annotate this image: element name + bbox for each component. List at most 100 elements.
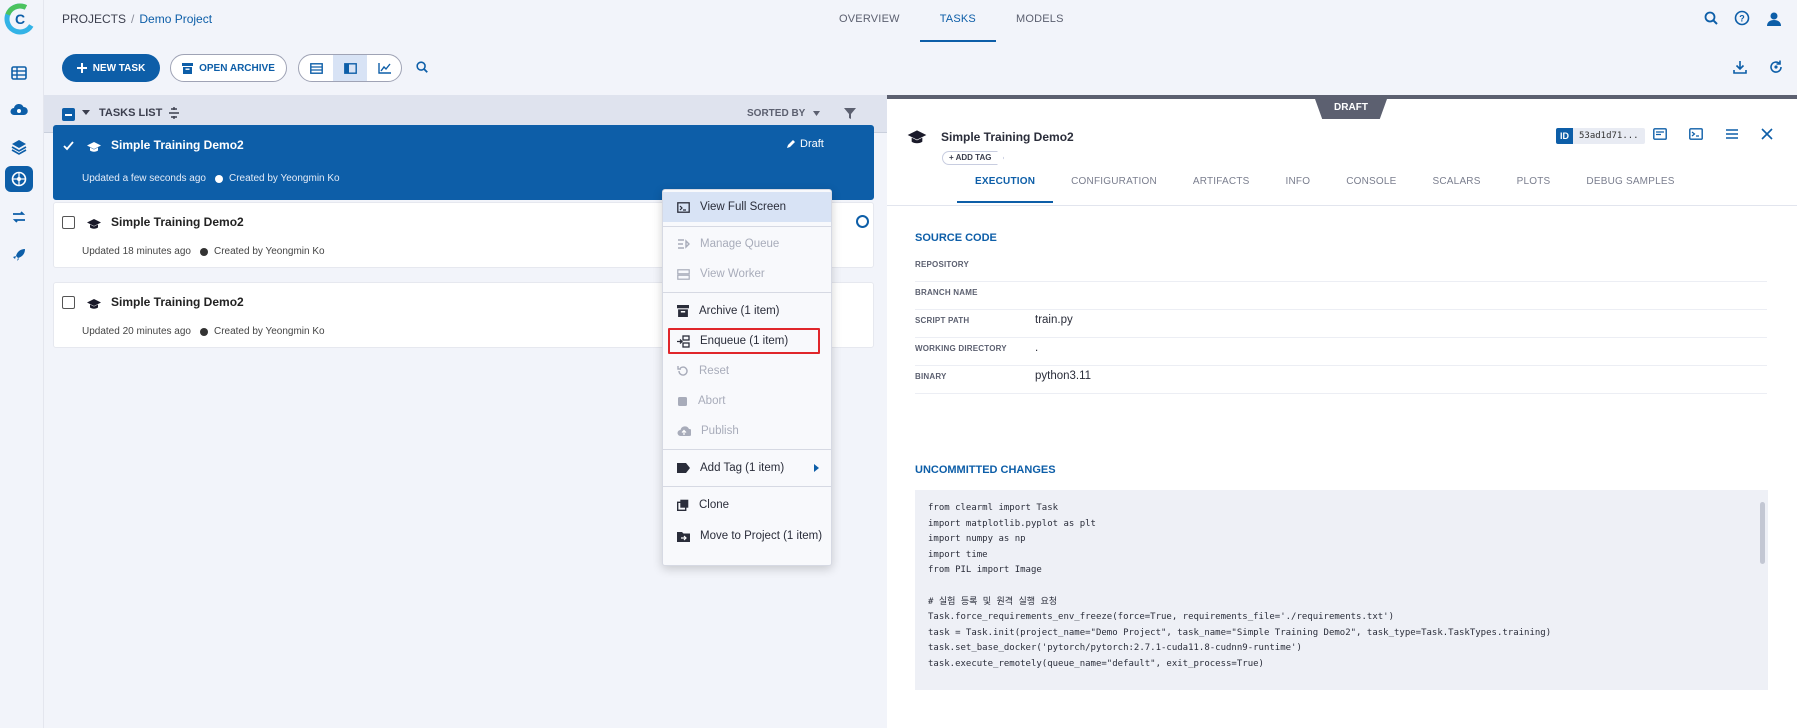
menu-item-archive[interactable]: Archive (1 item): [663, 296, 831, 326]
breadcrumb-projects[interactable]: PROJECTS: [62, 12, 126, 26]
menu-item-label: Reset: [699, 365, 730, 377]
compare-chart-icon[interactable]: [367, 55, 401, 81]
row-key: REPOSITORY: [915, 260, 970, 269]
task-search-icon[interactable]: [415, 60, 429, 74]
info-panel-icon[interactable]: [1653, 128, 1667, 140]
task-meta: Updated a few seconds ago Created by Yeo…: [82, 173, 340, 184]
sort-dropdown[interactable]: SORTED BY: [747, 108, 821, 119]
new-task-button[interactable]: NEW TASK: [62, 54, 160, 82]
menu-item-label: Archive (1 item): [699, 305, 780, 317]
tab-overview[interactable]: OVERVIEW: [819, 0, 920, 42]
worker-icon: [677, 268, 690, 280]
info-row: BINARY python3.11: [915, 366, 1767, 394]
select-all-checkbox[interactable]: [62, 108, 75, 121]
training-cap-icon: [907, 130, 927, 144]
menu-item-add-tag[interactable]: Add Tag (1 item): [663, 453, 831, 483]
tasks-list-panel: TASKS LIST SORTED BY Simple Training Dem…: [44, 95, 887, 728]
info-row: WORKING DIRECTORY .: [915, 338, 1767, 366]
task-status-label: Draft: [800, 138, 824, 150]
uncommitted-code-block[interactable]: from clearml import Task import matplotl…: [915, 490, 1768, 690]
menu-item-manage-queue[interactable]: Manage Queue: [663, 229, 831, 259]
menu-item-label: Publish: [701, 425, 739, 437]
close-icon[interactable]: [1761, 128, 1773, 140]
training-cap-icon: [87, 142, 101, 152]
abort-icon: [678, 396, 687, 406]
task-checkbox[interactable]: [62, 296, 75, 309]
publish-icon: [677, 425, 691, 436]
console-icon[interactable]: [1689, 128, 1703, 140]
menu-item-label: Clone: [699, 499, 730, 511]
main-tabs: OVERVIEW TASKS MODELS: [819, 0, 1084, 42]
left-sidebar: C: [0, 0, 44, 728]
projects-brain-icon[interactable]: [5, 166, 33, 192]
deploy-rocket-icon[interactable]: [5, 242, 33, 268]
menu-item-label: Abort: [698, 395, 726, 407]
menu-item-publish[interactable]: Publish: [663, 416, 831, 446]
tab-plots[interactable]: PLOTS: [1499, 163, 1569, 203]
details-view-icon[interactable]: [333, 55, 367, 81]
row-value: python3.11: [1035, 370, 1092, 382]
tab-models[interactable]: MODELS: [996, 0, 1084, 42]
download-icon[interactable]: [1733, 60, 1747, 74]
task-name: Simple Training Demo2: [111, 295, 244, 309]
tabs-divider: [887, 205, 1797, 206]
task-updated: Updated a few seconds ago: [82, 173, 206, 184]
breadcrumb-separator: /: [131, 12, 135, 26]
plus-icon: [76, 63, 87, 73]
code-scrollbar[interactable]: [1760, 502, 1765, 564]
menu-item-view-worker[interactable]: View Worker: [663, 259, 831, 289]
table-view-icon[interactable]: [299, 55, 333, 81]
breadcrumb: PROJECTS / Demo Project: [62, 12, 212, 26]
tab-artifacts[interactable]: ARTIFACTS: [1175, 163, 1268, 203]
tab-debug-samples[interactable]: DEBUG SAMPLES: [1568, 163, 1692, 203]
status-badge: DRAFT: [1315, 99, 1387, 119]
datasets-layers-icon[interactable]: [5, 134, 33, 160]
workers-queues-icon[interactable]: [5, 204, 33, 230]
row-value: train.py: [1035, 314, 1073, 326]
menu-item-move-to-project[interactable]: Move to Project (1 item): [663, 521, 831, 551]
toolbar-right-icons: [1733, 60, 1783, 74]
menu-item-clone[interactable]: Clone: [663, 490, 831, 520]
task-checkbox[interactable]: [62, 216, 75, 229]
open-archive-button[interactable]: OPEN ARCHIVE: [170, 54, 287, 82]
task-title[interactable]: Simple Training Demo2: [941, 130, 1074, 144]
menu-hamburger-icon[interactable]: [1725, 128, 1739, 140]
breadcrumb-project[interactable]: Demo Project: [139, 12, 212, 26]
tab-execution[interactable]: EXECUTION: [957, 163, 1054, 203]
tab-console[interactable]: CONSOLE: [1328, 163, 1414, 203]
user-avatar-icon[interactable]: [1765, 10, 1783, 28]
svg-text:C: C: [15, 11, 25, 27]
task-context-menu: View Full Screen Manage Queue View Worke…: [662, 189, 832, 566]
reset-icon: [677, 366, 688, 376]
menu-item-abort[interactable]: Abort: [663, 386, 831, 416]
select-menu-chevron-down-icon[interactable]: [82, 108, 90, 116]
clearml-logo-icon[interactable]: C: [4, 2, 38, 36]
task-checkbox[interactable]: [62, 139, 75, 152]
dashboard-icon[interactable]: [5, 60, 33, 86]
menu-item-label: Manage Queue: [700, 238, 780, 250]
menu-item-label: View Full Screen: [700, 201, 787, 213]
task-created-by: Created by Yeongmin Ko: [213, 246, 325, 257]
tab-tasks[interactable]: TASKS: [919, 0, 996, 42]
menu-divider: [663, 486, 831, 487]
status-ring-icon: [856, 215, 869, 228]
tab-scalars[interactable]: SCALARS: [1415, 163, 1499, 203]
pencil-icon: [787, 140, 795, 148]
menu-item-enqueue[interactable]: Enqueue (1 item): [663, 326, 831, 356]
filter-icon[interactable]: [844, 107, 856, 119]
chevron-down-icon: [813, 111, 821, 116]
auto-refresh-icon[interactable]: [1769, 60, 1783, 74]
task-name: Simple Training Demo2: [111, 215, 244, 229]
tab-configuration[interactable]: CONFIGURATION: [1053, 163, 1175, 203]
pipelines-cloud-icon[interactable]: [5, 97, 33, 123]
menu-item-label: Move to Project (1 item): [700, 530, 823, 542]
tab-info[interactable]: INFO: [1268, 163, 1329, 203]
menu-item-reset[interactable]: Reset: [663, 356, 831, 386]
column-settings-icon[interactable]: [168, 107, 180, 119]
help-icon[interactable]: ?: [1734, 10, 1750, 28]
task-updated: Updated 20 minutes ago: [82, 326, 191, 337]
search-icon[interactable]: [1703, 10, 1719, 28]
task-id-chip[interactable]: ID 53ad1d71...: [1556, 128, 1645, 144]
clone-icon: [677, 499, 689, 511]
menu-item-view-full-screen[interactable]: View Full Screen: [663, 192, 831, 222]
